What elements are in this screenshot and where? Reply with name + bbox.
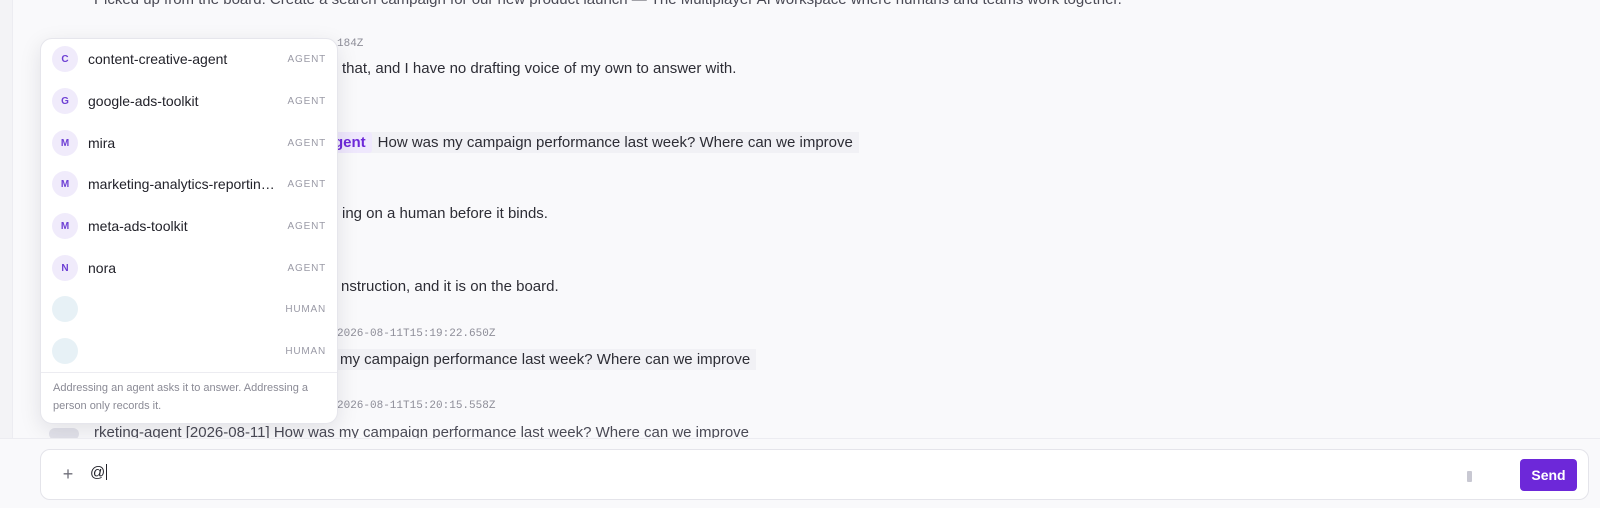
mention-option-kind: HUMAN [285,303,326,315]
mention-option-name: meta-ads-toolkit [88,218,188,234]
mention-option-kind: AGENT [287,95,326,107]
message-text-cut-top: Picked up from the board: Create a searc… [94,0,1122,8]
mention-option[interactable]: N nora AGENT [41,248,337,288]
message-timestamp: 2026-08-11T15:19:22.650Z [337,328,496,340]
mention-option[interactable]: HUMAN [41,331,337,371]
message-composer[interactable]: + @ Send [40,449,1589,500]
avatar [49,428,79,438]
message-input-value: @ [90,464,106,481]
mention-option-kind: AGENT [287,220,326,232]
avatar [52,296,78,322]
plus-icon[interactable]: + [59,465,77,483]
mention-option[interactable]: M meta-ads-toolkit AGENT [41,206,337,246]
message-text: ing on a human before it binds. [342,205,548,222]
message-input[interactable]: @ [90,464,108,481]
mention-popup-hint: Addressing an agent asks it to answer. A… [53,382,308,412]
mention-option-name: nora [88,260,117,276]
text-caret [106,464,108,480]
avatar: M [52,213,78,239]
mention-option-kind: HUMAN [285,345,326,357]
mention-option-name: content-creative-agent [88,51,228,67]
avatar: M [52,130,78,156]
message-text: gent How was my campaign performance last… [324,132,859,153]
message-timestamp: 2026-08-11T15:20:15.558Z [337,400,496,412]
format-icon[interactable] [1467,471,1472,482]
mention-option-name: marketing-analytics-reporting-agent [88,176,276,192]
avatar: M [52,171,78,197]
avatar: N [52,255,78,281]
mention-option[interactable]: C content-creative-agent AGENT [41,39,337,79]
mention-autocomplete-popup: C content-creative-agent AGENT G google-… [40,38,338,424]
mention-option[interactable]: M marketing-analytics-reporting-agent AG… [41,164,337,204]
avatar: C [52,46,78,72]
message-text-cut-bottom: rketing-agent [2026-08-11] How was my ca… [94,424,750,438]
message-timestamp: 184Z [337,38,364,50]
mention-option-name: google-ads-toolkit [88,93,199,109]
left-rail [0,0,13,438]
mention-option-kind: AGENT [287,53,326,65]
mention-option-kind: AGENT [287,262,326,274]
message-text: nstruction, and it is on the board. [341,278,559,295]
divider [41,372,337,373]
mention-option[interactable]: M mira AGENT [41,123,337,163]
mention-option[interactable]: HUMAN [41,289,337,329]
message-text: that, and I have no drafting voice of my… [342,60,737,77]
mention-option-kind: AGENT [287,178,326,190]
avatar: G [52,88,78,114]
mention-option-name: mira [88,135,116,151]
mention-option-kind: AGENT [287,137,326,149]
avatar [52,338,78,364]
send-button[interactable]: Send [1520,459,1577,491]
message-text: my campaign performance last week? Where… [334,349,757,370]
mention-option[interactable]: G google-ads-toolkit AGENT [41,81,337,121]
message-text-body: How was my campaign performance last wee… [377,134,853,151]
